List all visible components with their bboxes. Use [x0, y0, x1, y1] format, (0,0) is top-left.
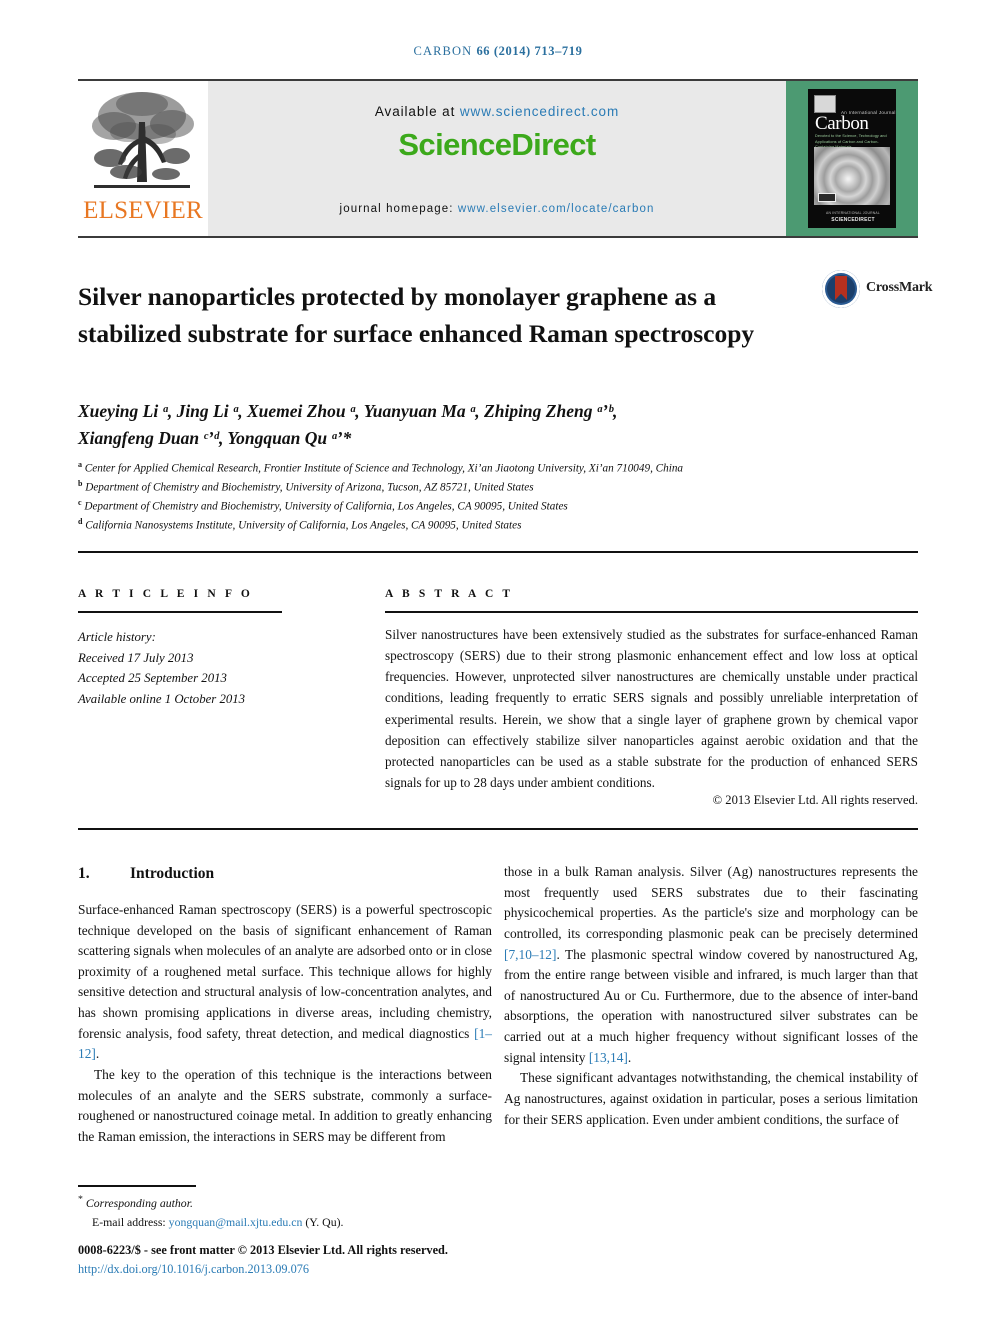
cover-scalebar-icon: [818, 193, 836, 202]
affiliation-mark: b: [78, 479, 83, 489]
affiliation-item: b Department of Chemistry and Biochemist…: [78, 478, 918, 497]
body-paragraph-text: . The plasmonic spectral window covered …: [504, 946, 918, 1065]
section-heading: 1. Introduction: [78, 862, 492, 886]
author-line-2: Xiangfeng Duan ᶜ’ᵈ, Yongquan Qu ᵃ’*: [78, 428, 352, 449]
doi-link[interactable]: http://dx.doi.org/10.1016/j.carbon.2013.…: [78, 1262, 578, 1277]
body-paragraph: those in a bulk Raman analysis. Silver (…: [504, 862, 918, 1068]
header-rule-bottom: [78, 236, 918, 238]
page-title: Silver nanoparticles protected by monola…: [78, 282, 755, 348]
body-paragraph-tail: .: [627, 1049, 632, 1065]
abstract-rule-top: [78, 551, 918, 553]
cover-footer-brand: SCIENCEDIRECT: [831, 217, 875, 223]
corresponding-author-note: * Corresponding author.: [78, 1192, 498, 1213]
running-head: CARBON 66 (2014) 713–719: [78, 44, 918, 59]
citation-ref[interactable]: [13,14]: [589, 1050, 628, 1065]
sciencedirect-link[interactable]: www.sciencedirect.com: [460, 104, 619, 119]
journal-homepage-line: journal homepage: www.elsevier.com/locat…: [208, 203, 786, 215]
email-label: E-mail address:: [92, 1214, 169, 1229]
body-paragraph: Surface-enhanced Raman spectroscopy (SER…: [78, 900, 492, 1065]
email-link[interactable]: yongquan@mail.xjtu.edu.cn: [169, 1215, 303, 1229]
masthead: ELSEVIER Available at www.sciencedirect.…: [78, 81, 918, 236]
article-info-rule: [78, 611, 282, 613]
body-paragraph: The key to the operation of this techniq…: [78, 1066, 492, 1144]
section-title: Introduction: [130, 865, 215, 882]
article-info-heading: A R T I C L E I N F O: [78, 588, 253, 600]
affiliation-text: Department of Chemistry and Biochemistry…: [85, 481, 534, 494]
asterisk-icon: *: [78, 1194, 83, 1205]
affiliation-mark: c: [78, 498, 82, 508]
affiliation-mark: d: [78, 517, 83, 527]
body-column-left: 1. Introduction Surface-enhanced Raman sp…: [78, 862, 492, 1148]
body-column-right: those in a bulk Raman analysis. Silver (…: [504, 862, 918, 1130]
abstract-rule-bottom: [78, 828, 918, 830]
abstract-rule: [385, 611, 918, 613]
article-history-label: Article history:: [78, 630, 156, 644]
abstract-heading: A B S T R A C T: [385, 588, 514, 600]
corresponding-author-label: Corresponding author.: [85, 1195, 193, 1210]
affiliation-text: Center for Applied Chemical Research, Fr…: [84, 462, 684, 475]
affiliation-mark: a: [78, 460, 82, 469]
footnote-block: * Corresponding author. E-mail address: …: [78, 1192, 498, 1232]
author-line-1: Xueying Li ᵃ, Jing Li ᵃ, Xuemei Zhou ᵃ, …: [78, 401, 618, 421]
affiliation-item: c Department of Chemistry and Biochemist…: [78, 497, 918, 516]
affiliation-list: a Center for Applied Chemical Research, …: [78, 459, 918, 535]
affiliation-text: Department of Chemistry and Biochemistry…: [84, 500, 568, 513]
body-paragraph: These significant advantages notwithstan…: [504, 1070, 918, 1127]
journal-article-page: CARBON 66 (2014) 713–719 ELSEVIER Availa…: [0, 0, 992, 1323]
available-at-label: Available at: [374, 104, 460, 119]
body-paragraph-tail: .: [95, 1046, 100, 1062]
footnote-rule: [78, 1185, 196, 1187]
copyright-line: © 2013 Elsevier Ltd. All rights reserved…: [712, 793, 918, 807]
section-number: 1.: [78, 865, 90, 882]
body-paragraph-text: Surface-enhanced Raman spectroscopy (SER…: [78, 901, 492, 1041]
running-head-citation: 66 (2014) 713–719: [476, 44, 583, 58]
sciencedirect-banner: Available at www.sciencedirect.com Scien…: [208, 81, 786, 236]
elsevier-logo: ELSEVIER: [78, 81, 208, 236]
journal-homepage-link[interactable]: www.elsevier.com/locate/carbon: [458, 203, 655, 215]
available-at-line: Available at www.sciencedirect.com: [208, 104, 786, 119]
affiliation-item: d California Nanosystems Institute, Univ…: [78, 516, 918, 535]
citation-ref[interactable]: [7,10–12]: [504, 947, 556, 962]
cover-title: Carbon: [815, 113, 869, 134]
email-line: E-mail address: yongquan@mail.xjtu.edu.c…: [78, 1213, 498, 1232]
affiliation-text: California Nanosystems Institute, Univer…: [85, 520, 522, 533]
cover-footer-small: AN INTERNATIONAL JOURNAL: [826, 211, 880, 215]
affiliation-item: a Center for Applied Chemical Research, …: [78, 459, 918, 478]
author-list: Xueying Li ᵃ, Jing Li ᵃ, Xuemei Zhou ᵃ, …: [78, 398, 918, 453]
journal-cover-front: An International Journal Carbon Devoted …: [808, 89, 896, 228]
elsevier-tree-icon: [92, 92, 194, 188]
abstract-body: Silver nanostructures have been extensiv…: [385, 627, 918, 790]
journal-cover-image: An International Journal Carbon Devoted …: [786, 81, 918, 236]
crossmark-label: CrossMark: [866, 280, 933, 295]
front-matter-line: 0008-6223/$ - see front matter © 2013 El…: [78, 1243, 448, 1257]
article-history: Article history: Received 17 July 2013 A…: [78, 627, 338, 710]
cover-badge-icon: [814, 95, 836, 113]
email-suffix: (Y. Qu).: [302, 1214, 344, 1229]
sciencedirect-wordmark: ScienceDirect: [398, 127, 596, 162]
article-history-received: Received 17 July 2013: [78, 650, 194, 665]
journal-homepage-label: journal homepage:: [339, 203, 458, 215]
article-history-online: Available online 1 October 2013: [78, 692, 246, 707]
crossmark-badge[interactable]: CrossMark: [822, 268, 933, 312]
article-history-accepted: Accepted 25 September 2013: [78, 671, 227, 686]
running-head-journal: CARBON: [413, 44, 473, 58]
body-paragraph-text: those in a bulk Raman analysis. Silver (…: [504, 864, 918, 941]
elsevier-wordmark: ELSEVIER: [83, 197, 203, 224]
